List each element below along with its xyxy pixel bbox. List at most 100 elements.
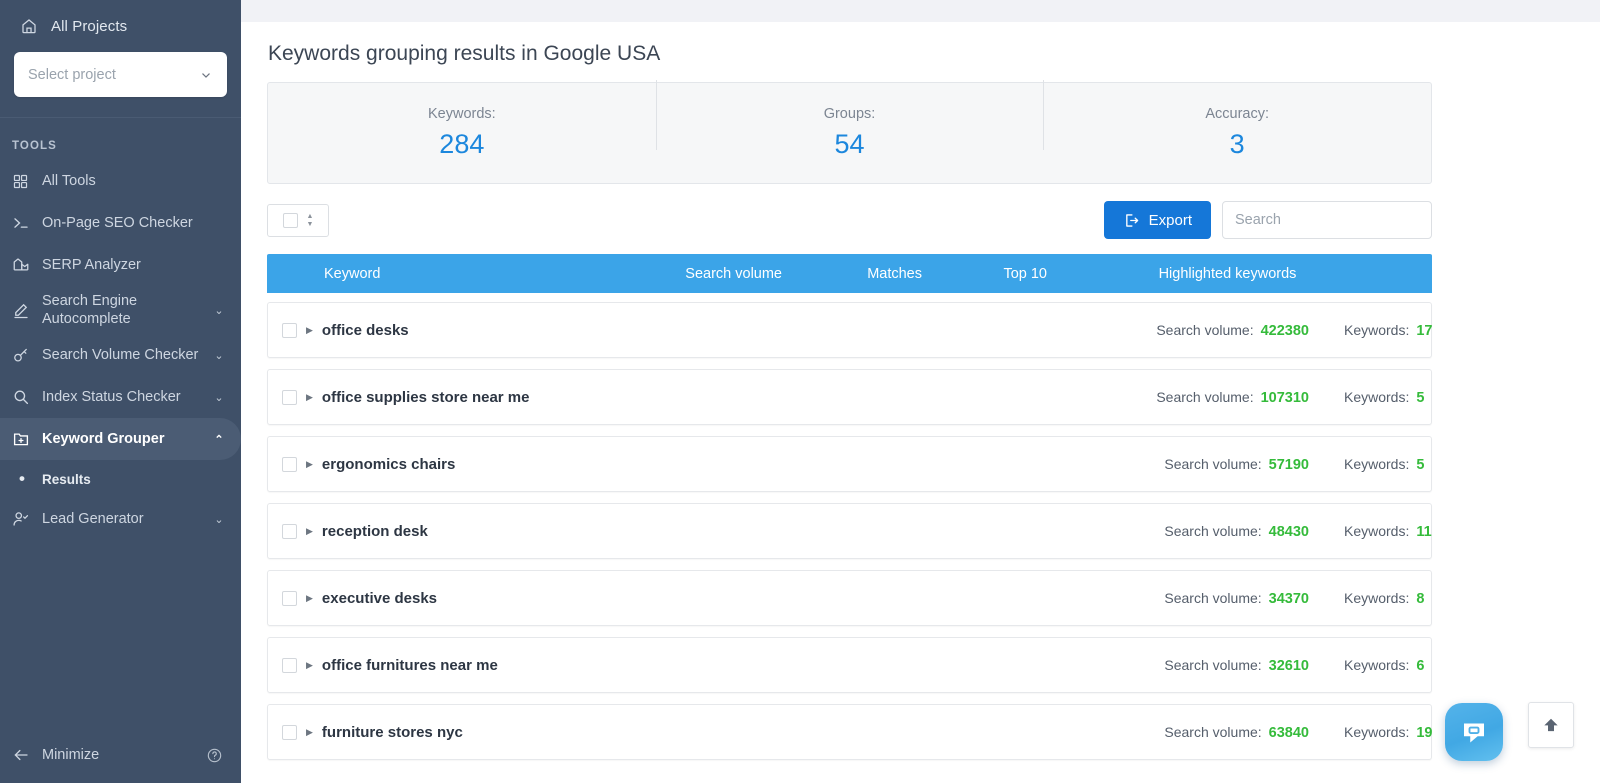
arrow-left-icon[interactable] (12, 746, 42, 764)
table-row[interactable]: ▶ office desks Search volume: 422380 Key… (267, 302, 1432, 358)
chevron-down-icon[interactable]: ⌄ (211, 391, 227, 404)
row-checkbox[interactable] (282, 390, 297, 405)
chevron-down-icon[interactable]: ⌄ (211, 349, 227, 362)
row-keyword-cell: ▶ reception desk (268, 523, 598, 540)
sidebar-item-lead-generator[interactable]: Lead Generator ⌄ (0, 498, 241, 540)
table-row[interactable]: ▶ office furnitures near me Search volum… (267, 637, 1432, 693)
row-keywords-value: 6 (1416, 658, 1424, 674)
sidebar-item-label: Search Volume Checker (42, 346, 211, 364)
row-checkbox[interactable] (282, 524, 297, 539)
row-keyword-cell: ▶ ergonomics chairs (268, 456, 598, 473)
column-header-top-10[interactable]: Top 10 (922, 266, 1047, 282)
expand-triangle-icon[interactable]: ▶ (306, 728, 313, 737)
column-header-keyword[interactable]: Keyword (267, 266, 597, 282)
grid-icon (12, 173, 42, 190)
row-search-volume: Search volume: 48430 (1164, 523, 1309, 540)
table-toolbar: ▲▼ Export (267, 201, 1432, 239)
table-row[interactable]: ▶ executive desks Search volume: 34370 K… (267, 570, 1432, 626)
row-keywords-label: Keywords: (1344, 523, 1409, 539)
project-select[interactable]: Select project (14, 52, 227, 97)
stat-value: 54 (656, 129, 1044, 160)
sidebar-item-search-volume-checker[interactable]: Search Volume Checker ⌄ (0, 334, 241, 376)
table-row[interactable]: ▶ reception desk Search volume: 48430 Ke… (267, 503, 1432, 559)
row-checkbox[interactable] (282, 591, 297, 606)
sidebar-item-label: Index Status Checker (42, 388, 211, 406)
stat-label: Keywords: (268, 106, 656, 122)
minimize-label[interactable]: Minimize (42, 747, 99, 763)
export-button[interactable]: Export (1104, 201, 1211, 239)
chevron-down-icon (199, 68, 213, 82)
select-all-checkbox[interactable] (283, 213, 298, 228)
row-keywords-value: 5 (1416, 390, 1424, 406)
expand-triangle-icon[interactable]: ▶ (306, 527, 313, 536)
row-checkbox[interactable] (282, 323, 297, 338)
folder-plus-icon (12, 430, 42, 448)
sidebar-section-title: TOOLS (0, 118, 241, 160)
expand-triangle-icon[interactable]: ▶ (306, 661, 313, 670)
row-checkbox[interactable] (282, 658, 297, 673)
expand-triangle-icon[interactable]: ▶ (306, 460, 313, 469)
row-keyword-label: office supplies store near me (322, 389, 530, 406)
sidebar-item-search-engine-autocomplete[interactable]: Search Engine Autocomplete ⌄ (0, 286, 241, 334)
row-checkbox[interactable] (282, 725, 297, 740)
column-header-search-volume[interactable]: Search volume (597, 266, 782, 282)
user-check-icon (12, 510, 42, 528)
column-header-highlighted-keywords[interactable]: Highlighted keywords (1047, 266, 1432, 282)
expand-triangle-icon[interactable]: ▶ (306, 326, 313, 335)
row-keywords-count: Keywords: 19 (1309, 724, 1431, 741)
table-row[interactable]: ▶ ergonomics chairs Search volume: 57190… (267, 436, 1432, 492)
sidebar-subitem-results[interactable]: • Results (0, 460, 241, 498)
row-keyword-cell: ▶ executive desks (268, 590, 598, 607)
row-keywords-value: 11 (1416, 524, 1431, 540)
sidebar-item-label: Keyword Grouper (42, 430, 211, 448)
row-keywords-label: Keywords: (1344, 456, 1409, 472)
row-keywords-count: Keywords: 17 (1309, 322, 1431, 339)
sidebar-all-projects[interactable]: All Projects (0, 0, 241, 52)
export-icon (1123, 212, 1140, 229)
chevron-down-icon[interactable]: ⌄ (211, 304, 227, 317)
content-wrapper: Keywords grouping results in Google USA … (241, 22, 1600, 760)
expand-triangle-icon[interactable]: ▶ (306, 594, 313, 603)
search-input[interactable] (1222, 201, 1432, 239)
mountain-icon (12, 256, 42, 274)
row-keyword-label: furniture stores nyc (322, 724, 463, 741)
export-label: Export (1149, 212, 1192, 229)
sidebar-item-serp-analyzer[interactable]: SERP Analyzer (0, 244, 241, 286)
row-search-volume-label: Search volume: (1156, 389, 1253, 405)
row-keywords-label: Keywords: (1344, 389, 1409, 405)
stat-groups: Groups: 54 (656, 106, 1044, 160)
chat-widget-button[interactable] (1445, 703, 1503, 761)
row-keywords-label: Keywords: (1344, 590, 1409, 606)
expand-triangle-icon[interactable]: ▶ (306, 393, 313, 402)
row-keyword-label: executive desks (322, 590, 437, 607)
column-header-matches[interactable]: Matches (782, 266, 922, 282)
top-strip (241, 0, 1600, 22)
table-row[interactable]: ▶ furniture stores nyc Search volume: 63… (267, 704, 1432, 760)
help-icon[interactable] (206, 747, 223, 764)
sidebar-item-on-page-seo-checker[interactable]: On-Page SEO Checker (0, 202, 241, 244)
scroll-to-top-button[interactable] (1528, 702, 1574, 748)
spinner-arrows-icon[interactable]: ▲▼ (307, 214, 314, 227)
table-header-row: Keyword Search volume Matches Top 10 Hig… (267, 254, 1432, 293)
row-search-volume-label: Search volume: (1156, 322, 1253, 338)
table-row[interactable]: ▶ office supplies store near me Search v… (267, 369, 1432, 425)
magnifier-icon (12, 388, 42, 406)
sidebar-item-label: Search Engine Autocomplete (42, 292, 211, 328)
chevron-down-icon[interactable]: ⌄ (211, 513, 227, 526)
row-keywords-label: Keywords: (1344, 724, 1409, 740)
stat-label: Accuracy: (1043, 106, 1431, 122)
sidebar-item-keyword-grouper[interactable]: Keyword Grouper ⌃ (0, 418, 241, 460)
sidebar-item-index-status-checker[interactable]: Index Status Checker ⌄ (0, 376, 241, 418)
home-icon (20, 17, 38, 35)
sidebar-item-all-tools[interactable]: All Tools (0, 160, 241, 202)
chevron-up-icon[interactable]: ⌃ (211, 433, 227, 446)
row-keyword-label: office furnitures near me (322, 657, 498, 674)
stat-value: 284 (268, 129, 656, 160)
select-all-dropdown[interactable]: ▲▼ (267, 204, 329, 237)
stat-value: 3 (1043, 129, 1431, 160)
row-checkbox[interactable] (282, 457, 297, 472)
row-search-volume: Search volume: 57190 (1164, 456, 1309, 473)
row-search-volume: Search volume: 32610 (1164, 657, 1309, 674)
row-search-volume-value: 57190 (1269, 457, 1309, 473)
key-icon (12, 346, 42, 364)
